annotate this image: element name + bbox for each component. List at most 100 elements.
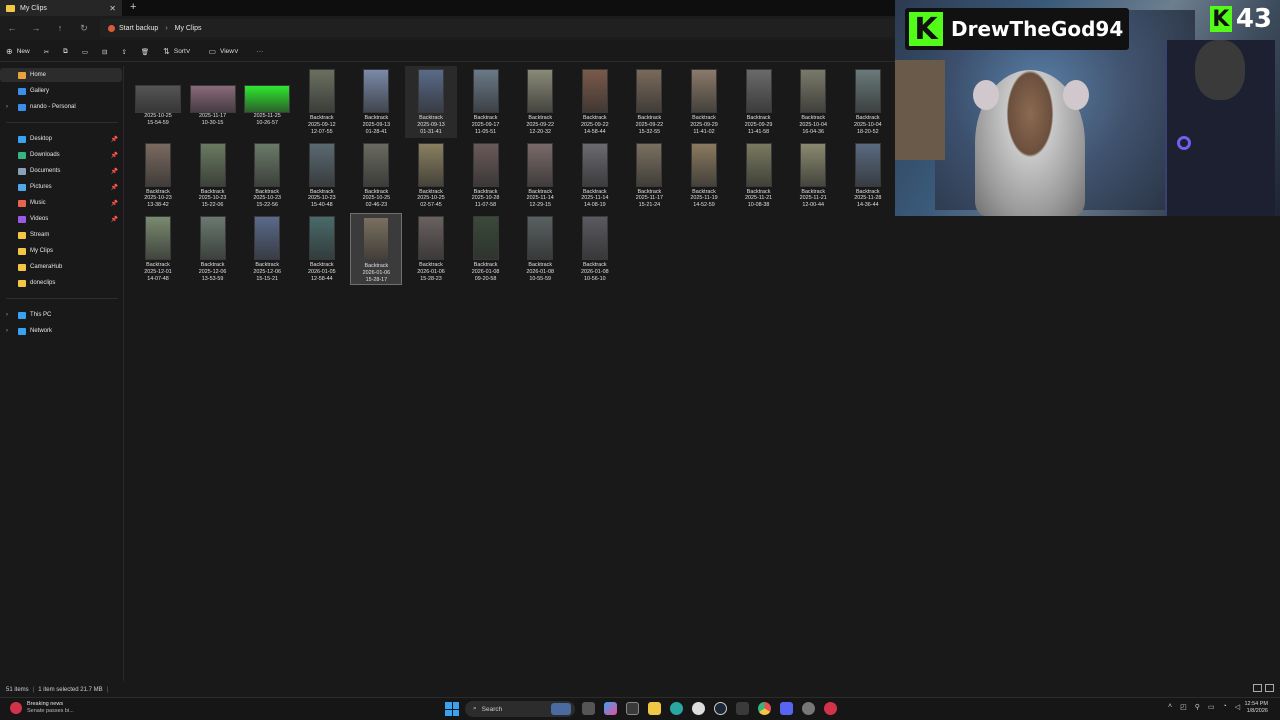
paste-icon[interactable]: ▭: [82, 48, 88, 56]
news-widget[interactable]: Breaking news Senate passes bi...: [10, 701, 74, 715]
file-item[interactable]: Backtrack 2025-09-22 15-32-55: [623, 66, 675, 138]
up-icon[interactable]: ↑: [48, 23, 72, 33]
tiles-view-icon[interactable]: [1265, 684, 1274, 692]
chrome-icon[interactable]: [758, 702, 771, 715]
file-item[interactable]: Backtrack 2025-10-25 02-46-23: [350, 140, 402, 212]
calendar-icon[interactable]: [626, 702, 639, 715]
obs-icon[interactable]: [692, 702, 705, 715]
network-tray-icon[interactable]: ◰: [1180, 703, 1187, 711]
file-item[interactable]: Backtrack 2025-09-22 12-20-32: [514, 66, 566, 138]
chevron-up-icon[interactable]: ˄: [1168, 703, 1172, 711]
file-item[interactable]: Backtrack 2025-11-17 15-21-24: [623, 140, 675, 212]
tab-my-clips[interactable]: My Clips ✕: [0, 0, 122, 16]
sidebar-item-downloads[interactable]: Downloads 📌: [0, 148, 122, 162]
pin-icon[interactable]: 📌: [111, 168, 118, 175]
steam-icon[interactable]: [714, 702, 727, 715]
copilot-icon[interactable]: [604, 702, 617, 715]
sidebar-item-gallery[interactable]: Gallery: [0, 84, 122, 98]
delete-icon[interactable]: 🗑: [141, 48, 149, 56]
clock[interactable]: 12:54 PM 1/8/2026: [1244, 701, 1268, 715]
sidebar-item-music[interactable]: Music 📌: [0, 196, 122, 210]
sidebar-item-nando-personal[interactable]: › nando - Personal: [0, 100, 122, 114]
file-item[interactable]: 2025-10-25 15-54-59: [132, 66, 184, 138]
file-explorer-icon[interactable]: [648, 702, 661, 715]
taskbar-search[interactable]: ⌕ Search: [465, 701, 575, 717]
file-item[interactable]: Backtrack 2026-01-06 15-28-17: [350, 213, 403, 285]
task-view-icon[interactable]: [582, 702, 595, 715]
file-item[interactable]: Backtrack 2025-10-25 02-57-45: [405, 140, 457, 212]
sidebar-item-documents[interactable]: Documents 📌: [0, 164, 122, 178]
close-icon[interactable]: ✕: [109, 4, 116, 13]
file-item[interactable]: Backtrack 2025-09-12 12-07-55: [296, 66, 348, 138]
chevron-right-icon[interactable]: ›: [6, 312, 8, 318]
copy-icon[interactable]: ⧉: [63, 48, 68, 56]
start-icon[interactable]: [445, 702, 459, 716]
sidebar-item-this-pc[interactable]: › This PC: [0, 308, 122, 322]
file-item[interactable]: Backtrack 2026-01-05 12-58-44: [296, 213, 348, 285]
file-item[interactable]: Backtrack 2025-10-23 15-22-56: [241, 140, 293, 212]
pin-icon[interactable]: 📌: [111, 216, 118, 223]
file-item[interactable]: Backtrack 2025-10-04 18-20-52: [842, 66, 894, 138]
file-item[interactable]: Backtrack 2026-01-08 09-20-58: [460, 213, 512, 285]
file-item[interactable]: Backtrack 2026-01-06 15-28-23: [405, 213, 457, 285]
sidebar-item-camerahub[interactable]: CameraHub: [0, 260, 122, 274]
sidebar-item-videos[interactable]: Videos 📌: [0, 212, 122, 226]
file-item[interactable]: Backtrack 2026-01-08 10-55-59: [514, 213, 566, 285]
cut-icon[interactable]: ✂: [44, 48, 49, 56]
edge-icon[interactable]: [670, 702, 683, 715]
wifi-icon[interactable]: ◔: [1222, 703, 1226, 711]
share-icon[interactable]: ⇪: [121, 48, 126, 56]
new-tab-button[interactable]: +: [130, 1, 136, 13]
sidebar-item-home[interactable]: Home: [0, 68, 122, 82]
new-button[interactable]: ⊕ New: [6, 47, 30, 56]
file-item[interactable]: Backtrack 2025-12-01 14-07-48: [132, 213, 184, 285]
file-item[interactable]: Backtrack 2025-11-21 10-08-38: [733, 140, 785, 212]
file-item[interactable]: Backtrack 2025-09-29 11-41-02: [678, 66, 730, 138]
sidebar-item-network[interactable]: › Network: [0, 324, 122, 338]
file-item[interactable]: Backtrack 2026-01-08 10-56-10: [569, 213, 621, 285]
file-item[interactable]: Backtrack 2025-11-28 14-36-44: [842, 140, 894, 212]
pin-icon[interactable]: 📌: [111, 152, 118, 159]
file-item[interactable]: Backtrack 2025-11-19 14-52-59: [678, 140, 730, 212]
file-item[interactable]: Backtrack 2025-09-17 11-05-51: [460, 66, 512, 138]
file-item[interactable]: 2025-11-17 10-30-15: [187, 66, 239, 138]
breadcrumb-item[interactable]: Start backup: [119, 25, 158, 32]
microphone-icon[interactable]: ⚲: [1195, 703, 1200, 711]
sidebar-item-my-clips[interactable]: My Clips: [0, 244, 122, 258]
chevron-right-icon[interactable]: ›: [6, 104, 8, 110]
details-view-icon[interactable]: [1253, 684, 1262, 692]
view-button[interactable]: ▭ View ˅: [208, 47, 242, 56]
file-item[interactable]: Backtrack 2025-10-04 16-04-36: [787, 66, 839, 138]
file-item[interactable]: Backtrack 2025-09-13 01-31-41: [405, 66, 457, 138]
file-item[interactable]: Backtrack 2025-09-22 14-58-44: [569, 66, 621, 138]
sidebar-item-desktop[interactable]: Desktop 📌: [0, 132, 122, 146]
more-options-button[interactable]: ···: [257, 48, 264, 55]
file-item[interactable]: 2025-11-25 10-26-57: [241, 66, 293, 138]
display-icon[interactable]: ▭: [1208, 703, 1215, 711]
sidebar-item-stream[interactable]: Stream: [0, 228, 122, 242]
xbox-icon[interactable]: [736, 702, 749, 715]
volume-icon[interactable]: ◁: [1235, 703, 1240, 711]
file-item[interactable]: Backtrack 2025-10-28 11-07-58: [460, 140, 512, 212]
pin-icon[interactable]: 📌: [111, 200, 118, 207]
file-item[interactable]: Backtrack 2025-11-21 12-00-44: [787, 140, 839, 212]
breadcrumb-item[interactable]: My Clips: [175, 25, 202, 32]
file-item[interactable]: Backtrack 2025-10-23 15-40-48: [296, 140, 348, 212]
file-item[interactable]: Backtrack 2025-09-29 11-41-58: [733, 66, 785, 138]
pin-icon[interactable]: 📌: [111, 136, 118, 143]
sidebar-item-doneclips[interactable]: doneclips: [0, 276, 122, 290]
file-item[interactable]: Backtrack 2025-09-13 01-28-41: [350, 66, 402, 138]
chevron-right-icon[interactable]: ›: [6, 328, 8, 334]
pin-icon[interactable]: 📌: [111, 184, 118, 191]
file-item[interactable]: Backtrack 2025-10-23 13-38-42: [132, 140, 184, 212]
sidebar-item-pictures[interactable]: Pictures 📌: [0, 180, 122, 194]
forward-icon[interactable]: →: [24, 23, 48, 33]
file-item[interactable]: Backtrack 2025-11-14 12-29-15: [514, 140, 566, 212]
file-item[interactable]: Backtrack 2025-11-14 14-08-19: [569, 140, 621, 212]
file-item[interactable]: Backtrack 2025-12-06 15-15-21: [241, 213, 293, 285]
app-icon[interactable]: [824, 702, 837, 715]
file-item[interactable]: Backtrack 2025-10-23 15-22-06: [187, 140, 239, 212]
file-item[interactable]: Backtrack 2025-12-06 13-53-59: [187, 213, 239, 285]
breadcrumb[interactable]: Start backup › My Clips: [100, 19, 895, 37]
discord-icon[interactable]: [780, 702, 793, 715]
